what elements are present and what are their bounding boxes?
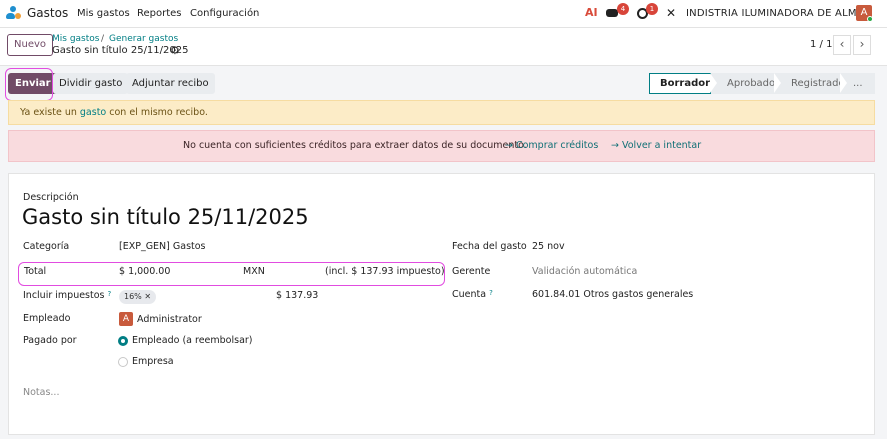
tax-amount: $ 137.93 [276,290,319,301]
employee-avatar: A [119,312,133,326]
breadcrumb-generar-gastos[interactable]: Generar gastos [109,34,178,44]
manager-label: Gerente [452,266,491,277]
account-field[interactable]: 601.84.01 Otros gastos generales [532,289,693,300]
taxes-label: Incluir impuestos ? [23,290,111,301]
help-icon[interactable]: ? [108,290,112,298]
app-name[interactable]: Gastos [27,6,68,20]
date-label: Fecha del gasto [452,241,527,252]
category-label: Categoría [23,241,70,252]
top-navbar: Gastos Mis gastos Reportes Configuración… [0,0,887,28]
stage-chevron [840,73,847,93]
employee-label: Empleado [23,313,71,324]
arrow-right-icon: → [505,140,516,151]
retry-link[interactable]: → Volver a intentar [611,131,701,161]
notes-input[interactable]: Notas... [23,387,59,398]
control-panel: Nuevo Mis gastos / Generar gastos Gasto … [0,28,887,66]
stage-chevron [710,73,717,93]
radio-company-label[interactable]: Empresa [132,356,174,367]
help-icon[interactable]: ? [489,289,493,297]
category-field[interactable]: [EXP_GEN] Gastos [119,241,206,252]
menu-reportes[interactable]: Reportes [137,8,182,19]
radio-employee[interactable] [118,336,128,346]
radio-employee-label[interactable]: Empleado (a reembolsar) [132,335,253,346]
buy-credits-label: Comprar créditos [515,140,599,151]
paid-by-label: Pagado por [23,335,77,346]
activity-badge: 1 [646,3,658,15]
retry-label: Volver a intentar [621,140,702,151]
breadcrumb-separator: / [101,34,105,44]
new-button[interactable]: Nuevo [7,34,54,56]
credits-error-alert: No cuenta con suficientes créditos para … [8,130,875,162]
warning-text-post: con el mismo recibo. [106,107,208,118]
action-status-bar: Enviar Dividir gasto Adjuntar recibo Bor… [0,66,887,100]
error-text: No cuenta con suficientes créditos para … [183,140,527,151]
expenses-app-logo-icon[interactable] [6,5,22,21]
company-switcher[interactable]: INDISTRIA ILUMINADORA DE ALM... [686,8,867,19]
menu-mis-gastos[interactable]: Mis gastos [77,8,130,19]
pager-next-button[interactable]: › [853,35,871,55]
tax-tag[interactable]: 16% ✕ [119,290,157,304]
close-icon[interactable]: ✕ [144,292,151,301]
stage-borrador[interactable]: Borrador [649,73,711,94]
debug-tools-icon[interactable]: ✕ [666,6,676,22]
expense-title-input[interactable]: Gasto sin título 25/11/2025 [22,205,309,229]
stage-registrado[interactable]: Registrado [775,73,845,94]
split-expense-button[interactable]: Dividir gasto [53,73,129,94]
buy-credits-link[interactable]: → Comprar créditos [505,131,598,161]
tax-included-text: (incl. $ 137.93 impuesto) [325,266,445,277]
taxes-label-text: Incluir impuestos [23,290,105,301]
tax-tag-label: 16% [124,292,142,301]
warning-text-pre: Ya existe un [20,107,80,118]
stage-aprobado[interactable]: Aprobado [711,73,775,94]
manager-field[interactable]: Validación automática [532,266,637,277]
date-field[interactable]: 25 nov [532,241,565,252]
radio-company[interactable] [118,357,128,367]
stage-chevron [774,73,781,93]
account-label-text: Cuenta [452,289,487,300]
chat-badge: 4 [617,3,629,15]
ai-icon[interactable]: AI [585,6,599,22]
currency-field[interactable]: MXN [243,266,265,277]
menu-configuracion[interactable]: Configuración [190,8,259,19]
total-label: Total [24,266,47,277]
duplicate-warning: Ya existe un gasto con el mismo recibo. [8,100,875,125]
record-title: Gasto sin título 25/11/2025 [52,45,189,56]
pager-value[interactable]: 1 / 1 [810,39,832,50]
breadcrumb-mis-gastos[interactable]: Mis gastos [52,34,99,44]
account-label: Cuenta ? [452,289,493,300]
warning-expense-link[interactable]: gasto [80,107,106,118]
total-amount-field[interactable]: $ 1,000.00 [119,266,170,277]
gear-icon[interactable]: ⚙ [170,44,180,57]
employee-field[interactable]: Administrator [137,314,202,325]
description-label: Descripción [23,192,79,203]
online-status-dot [867,16,873,22]
attach-receipt-button[interactable]: Adjuntar recibo [126,73,215,94]
pager-previous-button[interactable]: ‹ [833,35,851,55]
arrow-right-icon: → [611,140,622,151]
send-button-highlight [5,68,53,101]
